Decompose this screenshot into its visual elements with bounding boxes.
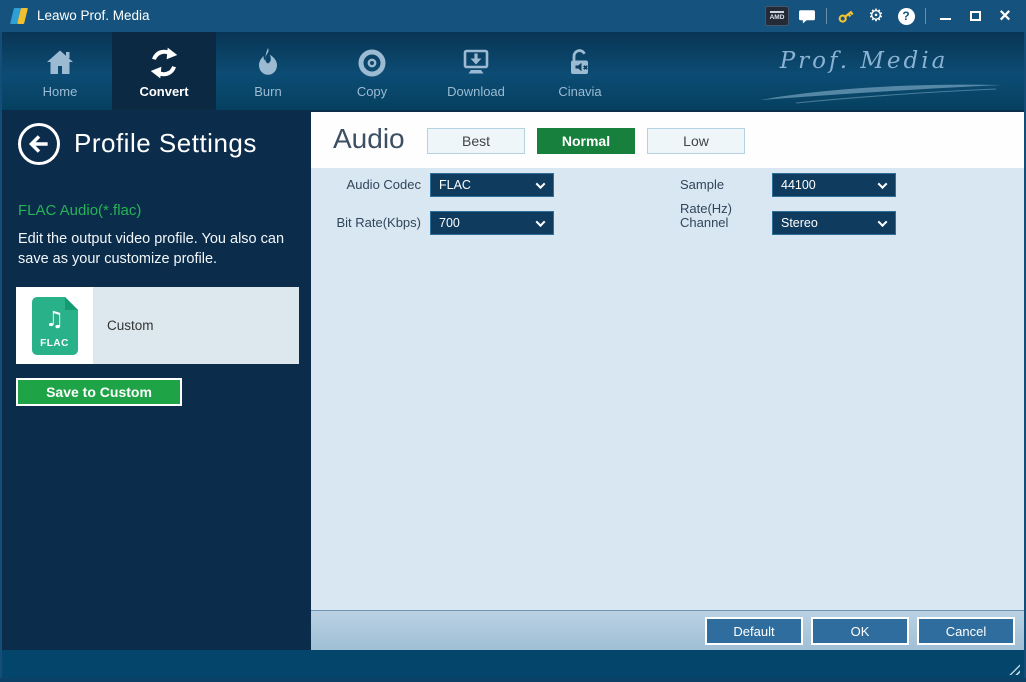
settings-gear-icon[interactable]: ⚙ [861,0,891,32]
tab-label: Cinavia [558,84,601,99]
quality-normal-button[interactable]: Normal [537,128,635,154]
home-icon [43,44,77,82]
tab-burn[interactable]: Burn [216,32,320,110]
dialog-button-bar: Default OK Cancel [311,610,1024,650]
audio-fields: Audio Codec FLAC Sample Rate(Hz) 44100 B… [311,168,1024,612]
audio-settings-panel: Audio Best Normal Low Audio Codec FLAC S… [311,110,1024,650]
audio-header: Audio Best Normal Low [311,112,1024,168]
maximize-button[interactable] [960,0,990,32]
title-bar: Leawo Prof. Media AMD ⚙ ? × [0,0,1026,32]
bit-rate-select[interactable]: 700 [430,211,554,235]
cinavia-lock-icon [563,44,597,82]
music-note-icon: ♫ [32,307,78,331]
help-icon[interactable]: ? [891,0,921,32]
chevron-down-icon [878,179,888,189]
tab-label: Home [43,84,78,99]
ok-button[interactable]: OK [811,617,909,645]
default-button[interactable]: Default [705,617,803,645]
tab-label: Burn [254,84,281,99]
panel-title: Profile Settings [74,128,257,159]
chevron-down-icon [536,217,546,227]
custom-profile-label: Custom [107,318,154,333]
minimize-button[interactable] [930,0,960,32]
cancel-button[interactable]: Cancel [917,617,1015,645]
tab-label: Download [447,84,505,99]
channel-select[interactable]: Stereo [772,211,896,235]
flac-file-icon: ♫ FLAC [16,287,93,364]
quality-best-button[interactable]: Best [427,128,525,154]
app-window: Leawo Prof. Media AMD ⚙ ? × [0,0,1026,682]
audio-codec-select[interactable]: FLAC [430,173,554,197]
resize-grip[interactable] [1005,660,1020,675]
window-title: Leawo Prof. Media [37,0,150,32]
back-arrow-icon [26,131,52,157]
burn-flame-icon [252,44,284,82]
tab-home[interactable]: Home [8,32,112,110]
status-footer [2,650,1024,678]
brand-script-logo: Prof. Media [744,48,984,74]
tab-cinavia[interactable]: Cinavia [528,32,632,110]
close-button[interactable]: × [990,0,1020,32]
sample-rate-select[interactable]: 44100 [772,173,896,197]
save-to-custom-button[interactable]: Save to Custom [16,378,182,406]
brand-swoosh-underline [756,78,1006,104]
profile-settings-panel: Profile Settings FLAC Audio(*.flac) Edit… [2,110,311,650]
main-nav: Home Convert Burn Copy Download [2,32,1024,110]
titlebar-separator [925,8,926,24]
window-bottom-border [0,678,1026,682]
sample-rate-label: Sample Rate(Hz) [680,173,770,197]
tab-label: Copy [357,84,387,99]
tab-download[interactable]: Download [424,32,528,110]
tab-label: Convert [139,84,188,99]
convert-icon [146,44,182,82]
profile-description: Edit the output video profile. You also … [18,229,298,269]
custom-profile-item[interactable]: ♫ FLAC Custom [16,287,299,364]
profile-name: FLAC Audio(*.flac) [18,202,141,219]
register-key-icon[interactable] [831,0,861,32]
download-icon [459,44,493,82]
tab-copy[interactable]: Copy [320,32,424,110]
amd-badge-icon: AMD [762,0,792,32]
copy-disc-icon [355,44,389,82]
channel-label: Channel [680,211,770,235]
feedback-chat-icon[interactable] [792,0,822,32]
audio-codec-label: Audio Codec [319,173,421,197]
chevron-down-icon [878,217,888,227]
bit-rate-label: Bit Rate(Kbps) [319,211,421,235]
app-logo-icon [10,7,30,25]
chevron-down-icon [536,179,546,189]
quality-low-button[interactable]: Low [647,128,745,154]
titlebar-separator [826,8,827,24]
tab-convert[interactable]: Convert [112,32,216,110]
audio-heading: Audio [333,112,405,166]
back-button[interactable] [18,123,60,165]
